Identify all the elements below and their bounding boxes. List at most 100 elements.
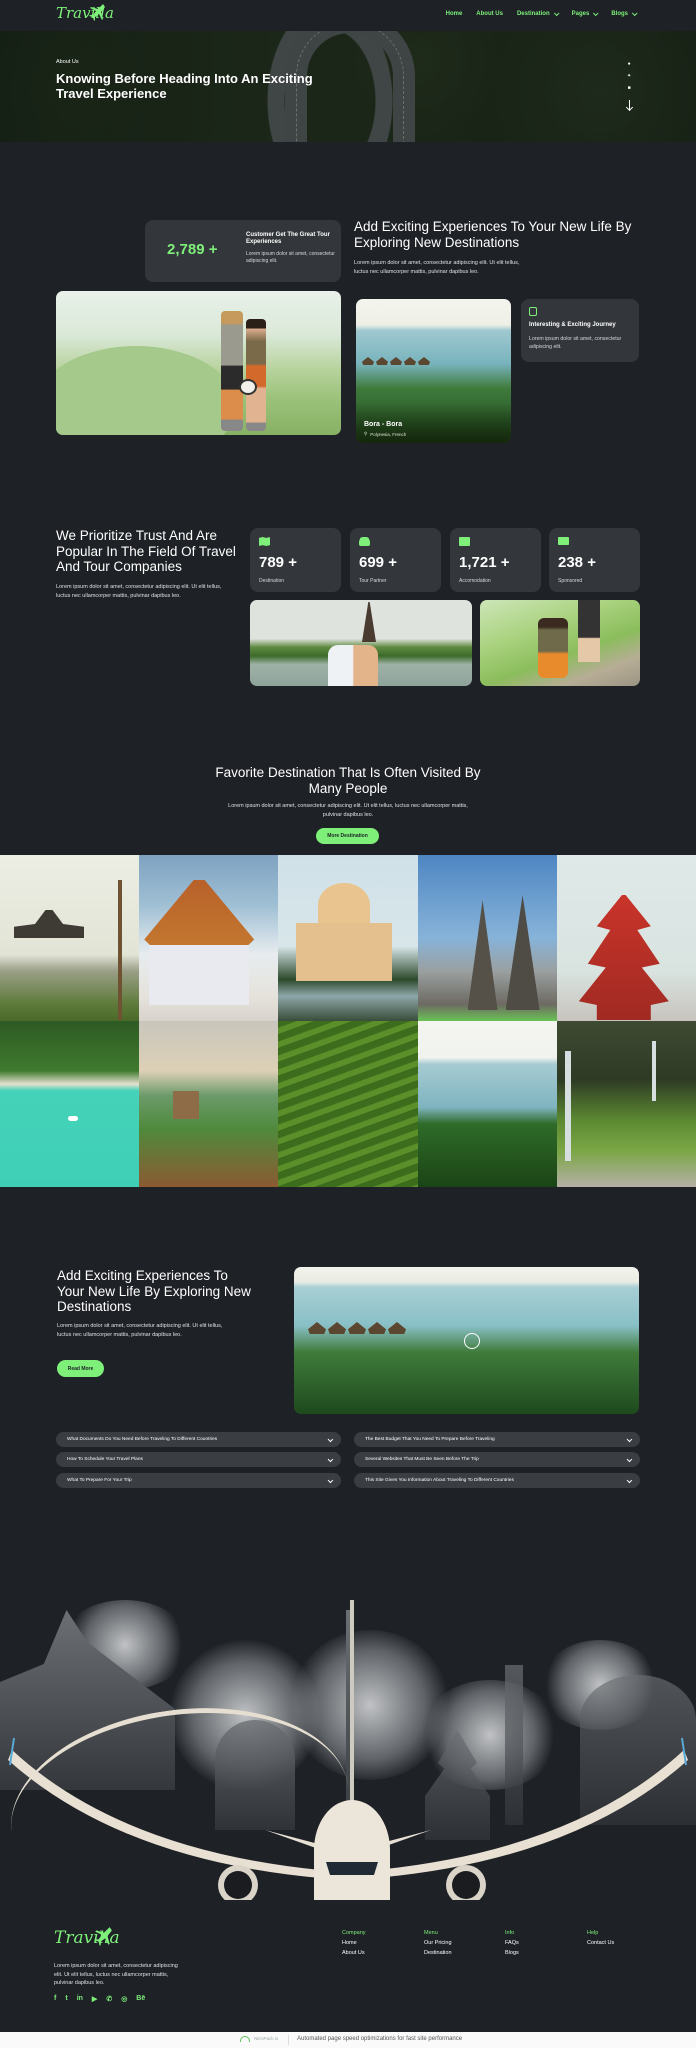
faq-item[interactable]: How To Schedule Your Travel Plans [56, 1452, 341, 1467]
faq-question: Several Websites That Must Be Seen Befor… [365, 1457, 479, 1462]
instagram-icon[interactable]: ◎ [121, 1995, 127, 2003]
footer-link[interactable]: FAQs [505, 1938, 519, 1948]
gallery-lake-temple[interactable] [0, 855, 140, 1021]
facebook-icon[interactable]: f [54, 1995, 56, 2003]
more-destination-button[interactable]: More Destination [316, 828, 379, 844]
destination-name: Bora - Bora [364, 421, 403, 428]
footer-column-heading: Info [505, 1930, 515, 1936]
faq-item[interactable]: What Documents Do You Need Before Travel… [56, 1432, 341, 1447]
facebook-icon[interactable]: ● [628, 61, 631, 67]
faq-item[interactable]: What To Prepare For Your Trip [56, 1473, 341, 1488]
behance-icon[interactable]: Bē [136, 1995, 145, 2003]
gallery-red-pagoda[interactable] [556, 855, 696, 1021]
couple [328, 645, 378, 686]
youtube-icon[interactable]: ■ [628, 85, 631, 91]
scroll-down-icon[interactable] [628, 100, 630, 110]
gallery-rice-terraces[interactable] [278, 1021, 418, 1187]
stat-card-accommodation: 1,721 + Accomodation [450, 528, 541, 592]
footer-link[interactable]: Destination [424, 1948, 452, 1958]
hat-icon [239, 379, 257, 395]
hut [390, 357, 402, 365]
pagoda [578, 895, 669, 1020]
footer-link[interactable]: Home [342, 1938, 366, 1948]
site-header: Travilla Home About Us Destination Pages… [0, 0, 696, 31]
hut [418, 357, 430, 365]
footer-logo[interactable]: Travilla [54, 1927, 120, 1948]
hill-shape [56, 346, 236, 435]
nav-destination[interactable]: Destination [517, 10, 560, 17]
hut [362, 357, 374, 365]
temple-walls [149, 945, 250, 1005]
faq-question: The Best Budget That You Need To Prepare… [365, 1437, 495, 1442]
gallery-waterfall[interactable] [556, 1021, 696, 1187]
nitropack-bar: NitroPack.io Automated page speed optimi… [0, 2032, 696, 2048]
faq-item[interactable]: Several Websites That Must Be Seen Befor… [354, 1452, 640, 1467]
nav-home[interactable]: Home [446, 11, 463, 17]
chevron-down-icon [327, 1477, 333, 1483]
favorites-heading: Favorite Destination That Is Often Visit… [215, 765, 481, 796]
linkedin-icon[interactable]: in [77, 1995, 83, 2003]
favorites-paragraph: Lorem ipsum dolor sit amet, consectetur … [228, 803, 468, 818]
journey-desc: Lorem ipsum dolor sit amet, consectetur … [529, 336, 622, 350]
airplane-icon [8, 1600, 688, 1900]
hut [388, 1322, 406, 1334]
twitter-icon[interactable]: ✦ [627, 73, 631, 79]
gallery-great-wall[interactable] [139, 1021, 279, 1187]
gallery-taj-mahal[interactable] [278, 855, 418, 1021]
hero-eyebrow: About Us [56, 59, 79, 65]
faq-item[interactable]: This Site Gives You Information About Tr… [354, 1473, 640, 1488]
chevron-down-icon [593, 10, 599, 17]
whatsapp-icon[interactable]: ✆ [106, 1995, 112, 2003]
chevron-down-icon [626, 1477, 632, 1483]
hikers-photo [56, 291, 341, 435]
nitropack-badge[interactable]: NitroPack.io [254, 2036, 278, 2041]
nav-blogs[interactable]: Blogs [611, 10, 638, 17]
logo[interactable]: Travilla [56, 4, 114, 22]
faq-question: How To Schedule Your Travel Plans [67, 1457, 143, 1462]
temple-roof [144, 880, 255, 950]
car-icon [359, 537, 370, 546]
map-icon [259, 537, 270, 546]
stat-card-tour-partner: 699 + Tour Partner [350, 528, 441, 592]
gallery-prambanan[interactable] [417, 855, 557, 1021]
gallery-overwater-bungalows[interactable] [417, 1021, 557, 1187]
stat-card-destination: 789 + Destination [250, 528, 341, 592]
journey-card: Interesting & Exciting Journey Lorem ips… [521, 299, 639, 362]
footer-column-heading: Help [587, 1930, 599, 1936]
video-thumbnail[interactable] [294, 1267, 639, 1414]
read-more-button[interactable]: Read More [57, 1360, 104, 1377]
standing-man [578, 600, 600, 662]
footer-link[interactable]: Contact Us [587, 1938, 614, 1948]
stat-value: 1,721 + [459, 554, 510, 571]
temple-spire [505, 895, 540, 1010]
gallery-thai-temple[interactable] [139, 855, 279, 1021]
divider [288, 2035, 289, 2045]
hiker-man [221, 311, 243, 431]
stat-label: Sponsored [558, 578, 583, 584]
about-heading: Add Exciting Experiences To Your New Lif… [57, 1268, 251, 1314]
nav-pages[interactable]: Pages [572, 10, 599, 17]
gallery-tropical-beach[interactable] [0, 1021, 140, 1187]
bora-bora-card[interactable]: Bora - Bora ⚲ Polynesia, French [356, 299, 511, 443]
chevron-down-icon [553, 10, 560, 17]
destination-gallery [0, 855, 696, 1187]
twitter-icon[interactable]: t [65, 1995, 67, 2003]
bus-icon [529, 307, 537, 316]
taj-dome [318, 883, 371, 927]
footer-link[interactable]: Blogs [505, 1948, 519, 1958]
faq-item[interactable]: The Best Budget That You Need To Prepare… [354, 1432, 640, 1447]
about-paragraph: Lorem ipsum dolor sit amet, consectetur … [57, 1323, 223, 1338]
stat-label: Destination [259, 578, 285, 584]
play-icon[interactable] [464, 1333, 480, 1349]
nav-about-us[interactable]: About Us [476, 11, 503, 17]
stat-desc: Lorem ipsum dolor sit amet, consectetur … [246, 251, 335, 264]
experience-paragraph: Lorem ipsum dolor sit amet, consectetur … [354, 260, 520, 275]
building-icon [459, 537, 470, 546]
footer-link[interactable]: Our Pricing [424, 1938, 452, 1948]
hero-social-links: ● ✦ ■ [627, 61, 631, 110]
location-pin-icon: ⚲ [364, 431, 368, 436]
stat-title: Customer Get The Great Tour Experiences [246, 232, 330, 245]
hero-banner: About Us Knowing Before Heading Into An … [0, 31, 696, 142]
footer-link[interactable]: About Us [342, 1948, 366, 1958]
youtube-icon[interactable]: ▶ [92, 1995, 97, 2003]
